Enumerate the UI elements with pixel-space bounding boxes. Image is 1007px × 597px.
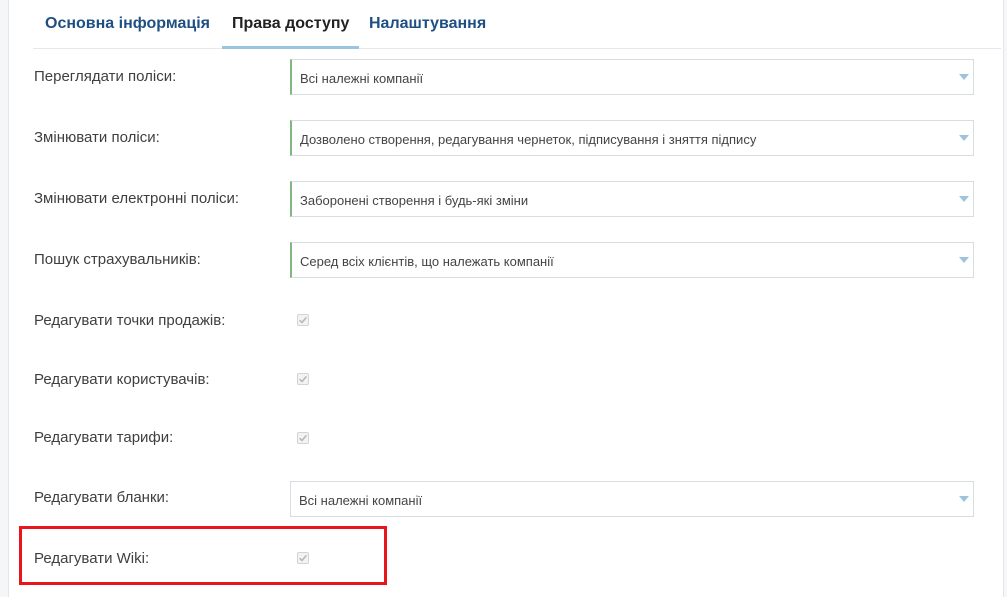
checkmark-icon [297,552,309,564]
edit-tariffs-label: Редагувати тарифи: [34,429,174,446]
edit-users-checkbox[interactable] [297,373,309,385]
search-insurers-value: Серед всіх клієнтів, що належать компані… [300,254,554,269]
edit-users-label: Редагувати користувачів: [34,371,210,388]
view-policies-value: Всі належні компанії [300,71,424,86]
tab-access-rights[interactable]: Права доступу [222,0,360,49]
chevron-down-icon [959,74,969,80]
search-insurers-select[interactable]: Серед всіх клієнтів, що належать компані… [290,242,974,278]
view-policies-label: Переглядати поліси: [34,68,177,85]
edit-tariffs-checkbox[interactable] [297,432,309,444]
edit-e-policies-select[interactable]: Заборонені створення і будь-які зміни [290,181,974,217]
edit-forms-value: Всі належні компанії [299,493,423,508]
edit-points-of-sale-label: Редагувати точки продажів: [34,312,226,329]
checkmark-icon [297,432,309,444]
edit-policies-value: Дозволено створення, редагування чернето… [300,132,757,147]
chevron-down-icon [959,496,969,502]
edit-wiki-checkbox[interactable] [297,552,309,564]
edit-policies-select[interactable]: Дозволено створення, редагування чернето… [290,120,974,156]
edit-forms-select[interactable]: Всі належні компанії [290,481,974,517]
edit-forms-label: Редагувати бланки: [34,489,170,506]
checkmark-icon [297,373,309,385]
tab-bar: Основна інформація Права доступу Налашту… [33,0,1001,49]
edit-e-policies-value: Заборонені створення і будь-які зміни [300,193,529,208]
edit-e-policies-label: Змінювати електронні поліси: [34,190,240,207]
checkmark-icon [297,314,309,326]
edit-points-of-sale-checkbox[interactable] [297,314,309,326]
tab-settings[interactable]: Налаштування [369,0,486,48]
tab-basic-info[interactable]: Основна інформація [45,0,210,48]
edit-wiki-label: Редагувати Wiki: [34,550,150,567]
chevron-down-icon [959,196,969,202]
chevron-down-icon [959,135,969,141]
search-insurers-label: Пошук страхувальників: [34,251,201,268]
chevron-down-icon [959,257,969,263]
view-policies-select[interactable]: Всі належні компанії [290,59,974,95]
edit-policies-label: Змінювати поліси: [34,129,160,146]
